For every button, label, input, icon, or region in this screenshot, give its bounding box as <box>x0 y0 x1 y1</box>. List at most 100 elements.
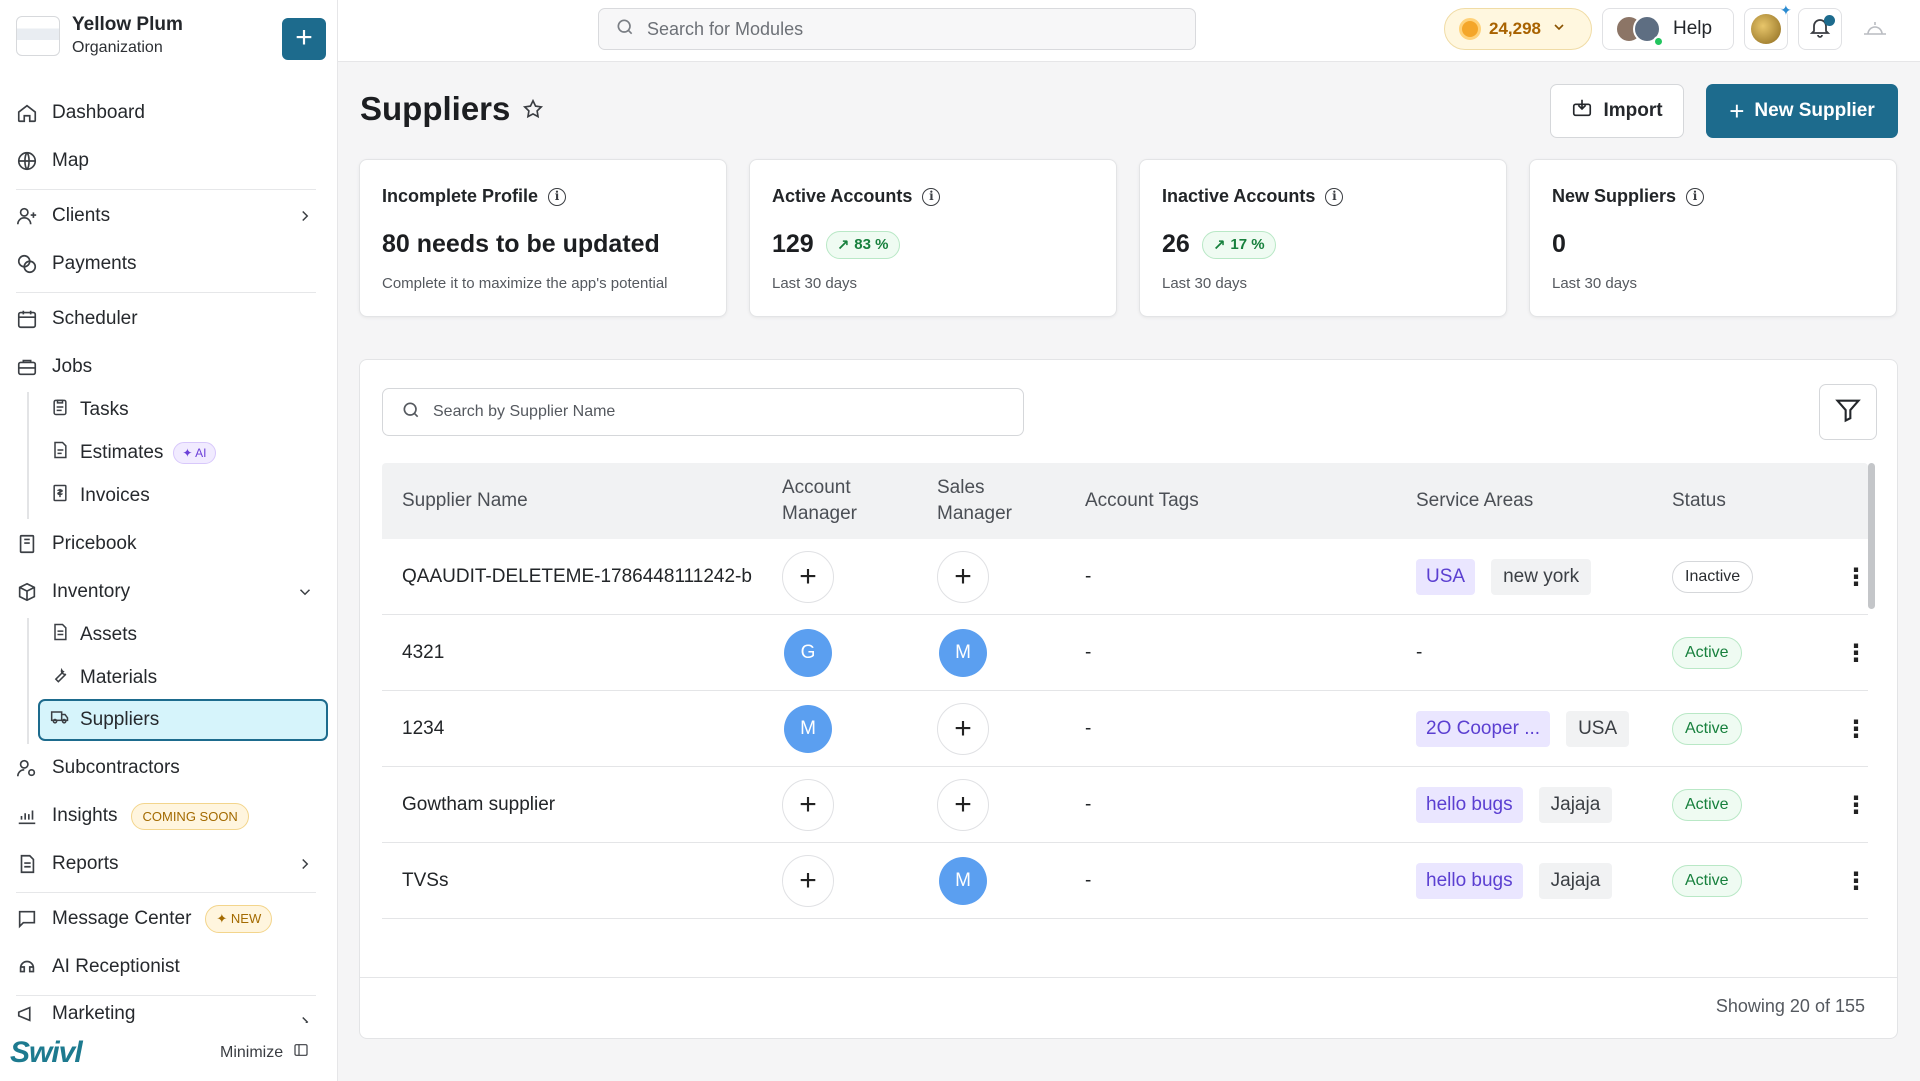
row-menu-icon[interactable]: ⋮ <box>1844 767 1868 843</box>
table-row[interactable]: Gowtham supplier + + - hello bugs Jajaja… <box>382 767 1868 843</box>
col-service-areas[interactable]: Service Areas <box>1416 463 1533 539</box>
row-menu-icon[interactable]: ⋮ <box>1844 843 1868 919</box>
chart-icon <box>16 805 38 827</box>
chevron-right-icon[interactable] <box>296 855 314 873</box>
nav-payments[interactable]: Payments <box>16 246 136 282</box>
nav-insights[interactable]: Insights COMING SOON <box>16 798 249 834</box>
table-header: Supplier Name Account Manager Sales Mana… <box>382 463 1868 539</box>
supplier-search-input[interactable]: Search by Supplier Name <box>382 388 1024 436</box>
module-search-input[interactable]: Search for Modules <box>598 8 1196 50</box>
nav-label: Scheduler <box>52 308 138 329</box>
col-account-manager[interactable]: Account Manager <box>782 463 892 539</box>
row-menu-icon[interactable]: ⋮ <box>1844 615 1868 691</box>
minimize-label: Minimize <box>220 1043 284 1061</box>
nav-subcontractors[interactable]: Subcontractors <box>16 750 180 786</box>
suppliers-table-panel: Search by Supplier Name Supplier Name Ac… <box>359 359 1898 1039</box>
nav-inventory[interactable]: Inventory <box>16 574 130 610</box>
info-icon[interactable]: i <box>1325 187 1344 206</box>
notifications-button[interactable] <box>1798 8 1842 50</box>
account-tags: - <box>1085 642 1092 663</box>
service-area-tag: hello bugs <box>1416 863 1523 899</box>
sales-manager-avatar[interactable]: M <box>939 857 987 905</box>
row-menu-icon[interactable]: ⋮ <box>1844 691 1868 767</box>
nav-jobs[interactable]: Jobs <box>16 349 92 385</box>
col-status[interactable]: Status <box>1672 463 1726 539</box>
info-icon[interactable]: i <box>922 187 941 206</box>
nav-ai-receptionist[interactable]: AI Receptionist <box>16 949 180 985</box>
supplier-name[interactable]: QAAUDIT-DELETEME-1786448111242-b <box>402 539 752 615</box>
col-sales-manager[interactable]: Sales Manager <box>937 463 1037 539</box>
supplier-name[interactable]: 4321 <box>402 615 444 691</box>
nav-message-center[interactable]: Message Center ✦ NEW <box>16 901 273 937</box>
supplier-name[interactable]: TVSs <box>402 843 448 919</box>
nav-assets[interactable]: Assets <box>50 618 137 652</box>
info-icon[interactable]: i <box>548 187 567 206</box>
card-value: 0 <box>1552 230 1566 258</box>
import-button[interactable]: Import <box>1550 84 1684 138</box>
row-menu-icon[interactable]: ⋮ <box>1844 539 1868 615</box>
minimize-button[interactable]: Minimize <box>220 1042 309 1063</box>
info-icon[interactable]: i <box>1686 187 1705 206</box>
nav-invoices[interactable]: Invoices <box>50 479 150 513</box>
help-button[interactable]: Help <box>1602 8 1734 50</box>
calendar-icon <box>16 308 38 330</box>
supplier-name[interactable]: Gowtham supplier <box>402 767 555 843</box>
account-manager-avatar[interactable]: M <box>784 705 832 753</box>
table-row[interactable]: 1234 M + - 2O Cooper ... USA Active ⋮ <box>382 691 1868 767</box>
nav-dashboard[interactable]: Dashboard <box>16 95 145 131</box>
nav-tasks[interactable]: Tasks <box>50 393 129 427</box>
nav-marketing[interactable]: Marketing <box>16 1004 135 1024</box>
coins-balance-button[interactable]: 24,298 <box>1444 8 1592 50</box>
quick-add-button[interactable]: + <box>282 18 326 60</box>
nav-label: Subcontractors <box>52 757 180 778</box>
search-icon <box>401 400 421 425</box>
ai-badge: ✦ AI <box>173 442 216 464</box>
supplier-search-placeholder: Search by Supplier Name <box>433 403 616 420</box>
chevron-right-icon[interactable] <box>296 207 314 225</box>
nav-suppliers[interactable]: Suppliers <box>38 699 328 741</box>
import-label: Import <box>1603 100 1663 121</box>
supplier-name[interactable]: 1234 <box>402 691 444 767</box>
assign-sales-manager-button[interactable]: + <box>937 703 989 755</box>
sales-manager-avatar[interactable]: M <box>939 629 987 677</box>
nav-map[interactable]: Map <box>16 143 89 179</box>
nav-label: Clients <box>52 205 111 226</box>
star-icon[interactable] <box>522 98 544 120</box>
assign-sales-manager-button[interactable]: + <box>937 779 989 831</box>
nav-estimates[interactable]: Estimates ✦ AI <box>50 436 216 470</box>
chevron-right-icon[interactable] <box>296 1013 314 1023</box>
new-supplier-button[interactable]: + New Supplier <box>1706 84 1898 138</box>
briefcase-icon <box>16 356 38 378</box>
col-supplier-name[interactable]: Supplier Name <box>402 463 528 539</box>
status-badge: Inactive <box>1672 561 1754 593</box>
account-manager-avatar[interactable]: G <box>784 629 832 677</box>
table-row[interactable]: 4321 G M - - Active ⋮ <box>382 615 1868 691</box>
filter-button[interactable] <box>1819 384 1877 440</box>
table-row[interactable]: TVSs + M - hello bugs Jajaja Active ⋮ <box>382 843 1868 919</box>
coins-icon <box>16 253 38 275</box>
nav-label: Jobs <box>52 356 93 377</box>
status-badge: Active <box>1672 789 1742 821</box>
nav-materials[interactable]: Materials <box>50 661 157 695</box>
card-value: 129 <box>772 230 814 258</box>
nav-clients[interactable]: Clients <box>16 198 110 234</box>
nav-pricebook[interactable]: Pricebook <box>16 526 137 562</box>
chevron-down-icon[interactable] <box>296 583 314 601</box>
assign-sales-manager-button[interactable]: + <box>937 551 989 603</box>
nav-label: AI Receptionist <box>52 956 180 977</box>
nav-label: Invoices <box>80 485 150 506</box>
org-switcher[interactable]: Yellow Plum Organization <box>16 14 183 57</box>
nav-reports[interactable]: Reports <box>16 846 119 882</box>
service-area-tag: Jajaja <box>1538 863 1613 899</box>
cloud-icon[interactable] <box>1860 16 1890 40</box>
assign-account-manager-button[interactable]: + <box>782 855 834 907</box>
assign-account-manager-button[interactable]: + <box>782 551 834 603</box>
assign-account-manager-button[interactable]: + <box>782 779 834 831</box>
nav-label: Assets <box>80 624 138 645</box>
table-row[interactable]: QAAUDIT-DELETEME-1786448111242-b + + - U… <box>382 539 1868 615</box>
megaphone-icon <box>16 1004 38 1024</box>
col-account-tags[interactable]: Account Tags <box>1085 463 1199 539</box>
nav-scheduler[interactable]: Scheduler <box>16 301 138 337</box>
table-scrollbar[interactable] <box>1868 463 1875 609</box>
filter-icon <box>1834 396 1862 429</box>
